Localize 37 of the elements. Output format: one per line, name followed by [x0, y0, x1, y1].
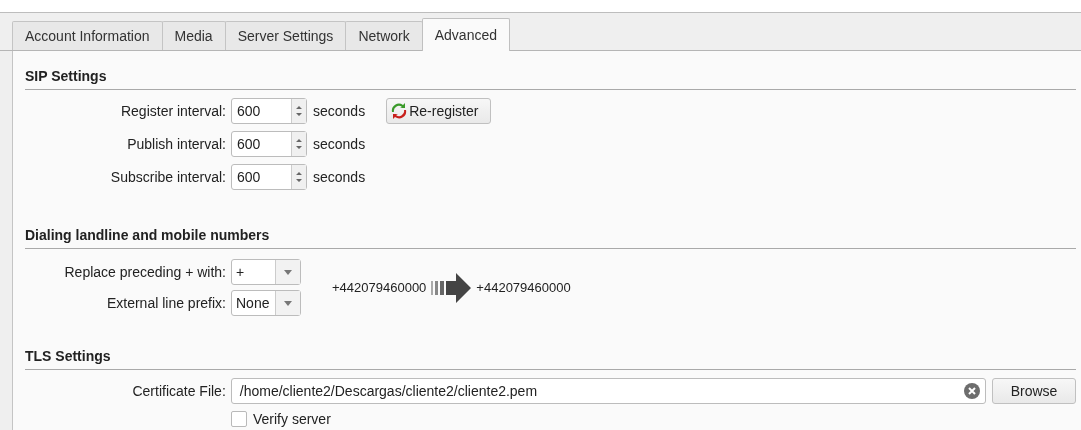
clear-icon[interactable]	[964, 383, 981, 399]
section-title: Dialing landline and mobile numbers	[25, 226, 270, 245]
tab[interactable]: Advanced	[421, 18, 510, 51]
field-label: Replace preceding + with:	[63, 264, 226, 280]
caret-icon	[284, 300, 292, 306]
section-title: SIP Settings	[25, 67, 107, 86]
field-label: Certificate File:	[131, 383, 226, 399]
tab[interactable]: Media	[161, 21, 226, 50]
caret-icon	[284, 269, 292, 275]
spin-arrows-icon[interactable]	[295, 104, 303, 118]
tab[interactable]: Account Information	[12, 21, 163, 50]
unit-label: seconds	[313, 136, 366, 152]
field-label: External line prefix:	[105, 295, 226, 311]
checkbox[interactable]	[231, 411, 247, 427]
dropdown[interactable]: None	[231, 290, 301, 316]
spin-arrows-icon[interactable]	[295, 137, 303, 151]
unit-label: seconds	[313, 103, 366, 119]
field-label: Publish interval:	[126, 136, 226, 152]
spin-box[interactable]: 600	[231, 98, 307, 124]
spin-box[interactable]: 600	[231, 164, 307, 190]
section-title: TLS Settings	[25, 347, 111, 366]
field-label: Register interval:	[119, 103, 226, 119]
unit-label: seconds	[313, 169, 366, 185]
reregister-button[interactable]: Re-register	[386, 98, 492, 124]
phone-number: +442079460000	[332, 280, 427, 295]
browse-button[interactable]: Browse	[992, 378, 1076, 404]
spin-box[interactable]: 600	[231, 131, 307, 157]
spin-arrows-icon[interactable]	[295, 170, 303, 184]
tab[interactable]: Network	[345, 21, 423, 50]
field-label: Subscribe interval:	[109, 169, 226, 185]
checkbox-label: Verify server	[253, 411, 331, 427]
phone-number: +442079460000	[476, 280, 571, 295]
refresh-icon	[391, 103, 408, 119]
arrow-icon	[430, 270, 473, 305]
dropdown[interactable]: +	[231, 259, 301, 285]
certificate-file-field[interactable]: /home/cliente2/Descargas/cliente2/cliente2.pem	[230, 378, 987, 404]
tab[interactable]: Server Settings	[224, 21, 347, 50]
